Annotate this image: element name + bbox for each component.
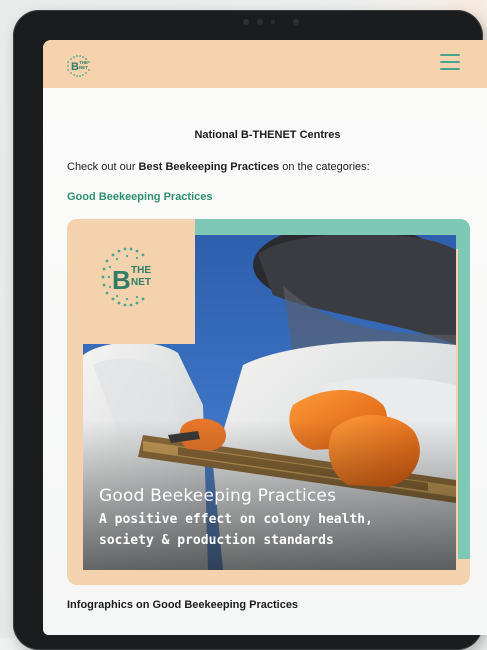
bthenet-card-logo-icon: B THE NET [101,247,151,307]
intro-text: Check out our Best Beekeeping Practices … [67,161,487,173]
card-title: Good Beekeeping Practices [99,486,337,506]
bthenet-logo-link[interactable]: B THE NET [65,54,93,78]
card-logo-text-top: THE [131,265,151,276]
infographics-heading: Infographics on Good Beekeeping Practice… [67,599,299,611]
card-subtitle: A positive effect on colony health, soci… [99,509,439,551]
intro-suffix: on the categories: [279,161,370,173]
tablet-frame: B THE NET National B-THENET Centres Chec… [13,10,487,650]
card-teal-side-band [458,219,470,559]
good-beekeeping-practices-link[interactable]: Good Beekeeping Practices [67,191,213,203]
card-logo-box: B THE NET [67,219,195,344]
card-subtitle-line1: A positive effect on colony health, [99,512,373,527]
top-navigation-bar: B THE NET [43,40,487,88]
card-logo-letter: B [112,265,131,295]
browser-viewport: B THE NET National B-THENET Centres Chec… [43,40,487,635]
hamburger-line [440,61,460,63]
card-subtitle-line2: society & production standards [99,533,334,548]
bthenet-logo-icon: B THE NET [67,55,90,77]
hamburger-menu-button[interactable] [440,54,460,70]
intro-bold: Best Beekeeping Practices [138,161,280,173]
logo-letter: B [71,61,79,73]
intro-prefix: Check out our [67,161,139,173]
good-beekeeping-practices-card[interactable]: B THE NET Good Beekeeping Practices A po… [67,219,470,585]
camera-sensor-icon [235,16,315,28]
card-logo-text-bottom: NET [131,277,151,288]
hamburger-menu-icon [440,54,460,56]
hamburger-line [440,68,460,70]
centres-heading: National B-THENET Centres [194,129,341,141]
page-content: National B-THENET Centres Check out our … [43,88,487,635]
logo-text-bottom: NET [79,65,88,70]
